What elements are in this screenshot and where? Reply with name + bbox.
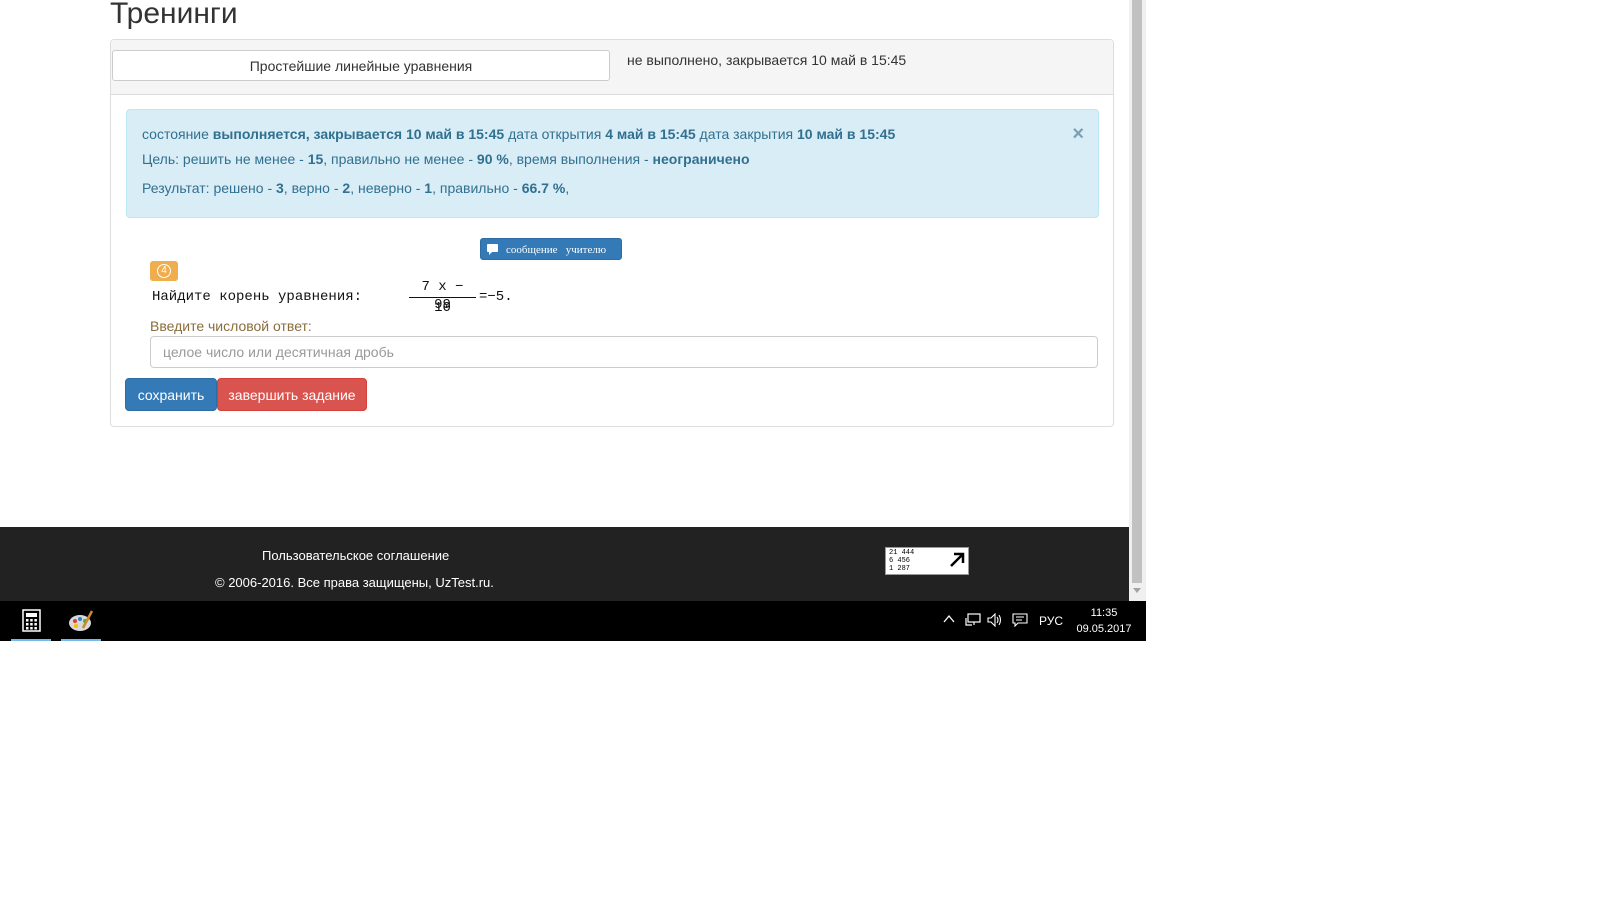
scroll-down-arrow-icon[interactable] — [1133, 588, 1141, 593]
close-date: 10 май в 15:45 — [797, 126, 896, 142]
goal-line: Цель: решить не менее - 15, правильно не… — [142, 151, 750, 167]
chevron-up-icon[interactable] — [943, 613, 955, 625]
site-footer: Пользовательское соглашение © 2006-2016.… — [0, 527, 1129, 601]
copyright: © 2006-2016. Все права защищены, UzTest.… — [215, 575, 494, 590]
goal-solve: 15 — [307, 151, 324, 167]
scrollbar-thumb[interactable] — [1132, 0, 1142, 583]
result-line: Результат: решено - 3, верно - 2, неверн… — [142, 180, 570, 196]
message-teacher-button[interactable]: сообщение учителю — [480, 238, 622, 260]
paint-palette-icon — [69, 610, 94, 631]
volume-icon[interactable] — [987, 613, 1003, 627]
arrow-up-right-icon — [950, 552, 965, 567]
result-percent: 66.7 % — [521, 180, 566, 196]
comment-icon — [487, 244, 498, 255]
paint-app[interactable] — [61, 601, 101, 641]
open-date: 4 май в 15:45 — [605, 126, 696, 142]
answer-input[interactable] — [150, 336, 1098, 368]
finish-task-button[interactable]: завершить задание — [217, 378, 367, 411]
visitor-counter[interactable]: 21 444 6 456 1 287 — [885, 547, 969, 575]
state-value: выполняется, закрывается 10 май в 15:45 — [212, 126, 505, 142]
goal-correct: 90 % — [476, 151, 509, 167]
windows-taskbar: РУС 11:35 09.05.2017 — [0, 601, 1146, 641]
training-panel: Простейшие линейные уравнения не выполне… — [110, 39, 1114, 427]
answer-label: Введите числовой ответ: — [150, 318, 312, 334]
topic-button[interactable]: Простейшие линейные уравнения — [112, 50, 610, 81]
keyboard-language[interactable]: РУС — [1039, 614, 1063, 628]
panel-heading: Простейшие линейные уравнения не выполне… — [111, 40, 1113, 95]
question-suffix: =−5. — [479, 289, 513, 305]
task-number: 4 — [157, 264, 171, 278]
message-teacher-label: сообщение учителю — [506, 244, 607, 256]
fraction-numerator: 7 x − 99 — [421, 279, 464, 313]
notifications-icon[interactable] — [1012, 613, 1028, 627]
fraction-denominator: 10 — [434, 300, 451, 316]
clock-time: 11:35 — [1090, 607, 1118, 619]
calculator-icon — [22, 609, 41, 632]
training-status: не выполнено, закрывается 10 май в 15:45 — [627, 52, 907, 68]
task-number-badge: 4 — [150, 261, 178, 281]
close-icon[interactable]: × — [1072, 124, 1084, 144]
browser-viewport: Тренинги Простейшие линейные уравнения н… — [0, 0, 1146, 641]
vertical-scrollbar[interactable] — [1129, 0, 1146, 601]
clock-date: 09.05.2017 — [1076, 623, 1132, 635]
question-text: Найдите корень уравнения: — [152, 289, 363, 305]
user-agreement-link[interactable]: Пользовательское соглашение — [262, 548, 449, 563]
calculator-app[interactable] — [11, 601, 51, 641]
save-button[interactable]: сохранить — [125, 378, 217, 411]
result-wrong: 1 — [424, 180, 433, 196]
network-icon[interactable] — [964, 613, 982, 627]
system-clock[interactable]: 11:35 09.05.2017 — [1076, 605, 1132, 637]
state-line: состояние выполняется, закрывается 10 ма… — [142, 126, 896, 142]
fraction: 7 x − 99 10 — [409, 278, 476, 317]
goal-time: неограничено — [652, 151, 750, 167]
result-solved: 3 — [276, 180, 284, 196]
info-alert: состояние выполняется, закрывается 10 ма… — [126, 109, 1099, 218]
page-title: Тренинги — [110, 0, 238, 30]
